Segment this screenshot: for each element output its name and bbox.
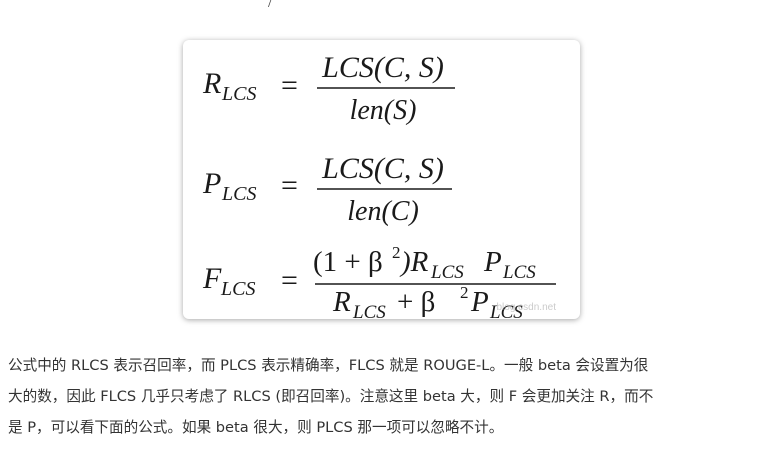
f-eq: = [281,264,298,297]
paragraph-line-3: 是 P，可以看下面的公式。如果 beta 很大，则 PLCS 那一项可以忽略不计… [8,419,504,436]
f-den-c: P [470,286,489,318]
formula-svg: R LCS = LCS(C, S) len(S) P LCS = LCS(C, … [202,51,556,319]
p-lhs-sub: LCS [221,183,256,205]
r-lhs-sub: LCS [221,83,256,105]
p-denominator: len(C) [347,196,419,227]
p-eq: = [281,169,298,202]
r-lhs: R [202,67,221,100]
p-numerator: LCS(C, S) [321,152,444,185]
f-den-a-sub: LCS [352,302,386,319]
formula-recall: R LCS = LCS(C, S) len(S) [202,51,455,126]
f-num-c: P [483,246,502,278]
f-den-b-sup: 2 [460,283,469,302]
p-lhs: P [202,167,221,200]
image-watermark: blog.csdn.net [496,302,557,313]
f-num-b-sub: LCS [430,262,464,283]
f-num-a-sup: 2 [392,243,401,262]
r-numerator: LCS(C, S) [321,51,444,84]
formula-image: R LCS = LCS(C, S) len(S) P LCS = LCS(C, … [183,40,580,319]
f-den-b: + β [397,286,435,318]
f-num-c-sub: LCS [502,262,536,283]
r-eq: = [281,69,298,102]
top-mark: / [268,0,273,11]
r-denominator: len(S) [350,95,417,126]
f-num-b: )R [399,246,429,278]
formula-precision: P LCS = LCS(C, S) len(C) [202,152,452,227]
f-lhs-sub: LCS [220,278,255,300]
explanation-paragraph: 公式中的 RLCS 表示召回率，而 PLCS 表示精确率，FLCS 就是 ROU… [8,350,760,443]
f-num-a: (1 + β [313,246,383,278]
paragraph-line-2: 大的数，因此 FLCS 几乎只考虑了 RLCS (即召回率)。注意这里 beta… [8,388,654,405]
f-lhs: F [202,262,222,295]
f-den-a: R [332,286,351,318]
paragraph-line-1: 公式中的 RLCS 表示召回率，而 PLCS 表示精确率，FLCS 就是 ROU… [8,357,649,374]
